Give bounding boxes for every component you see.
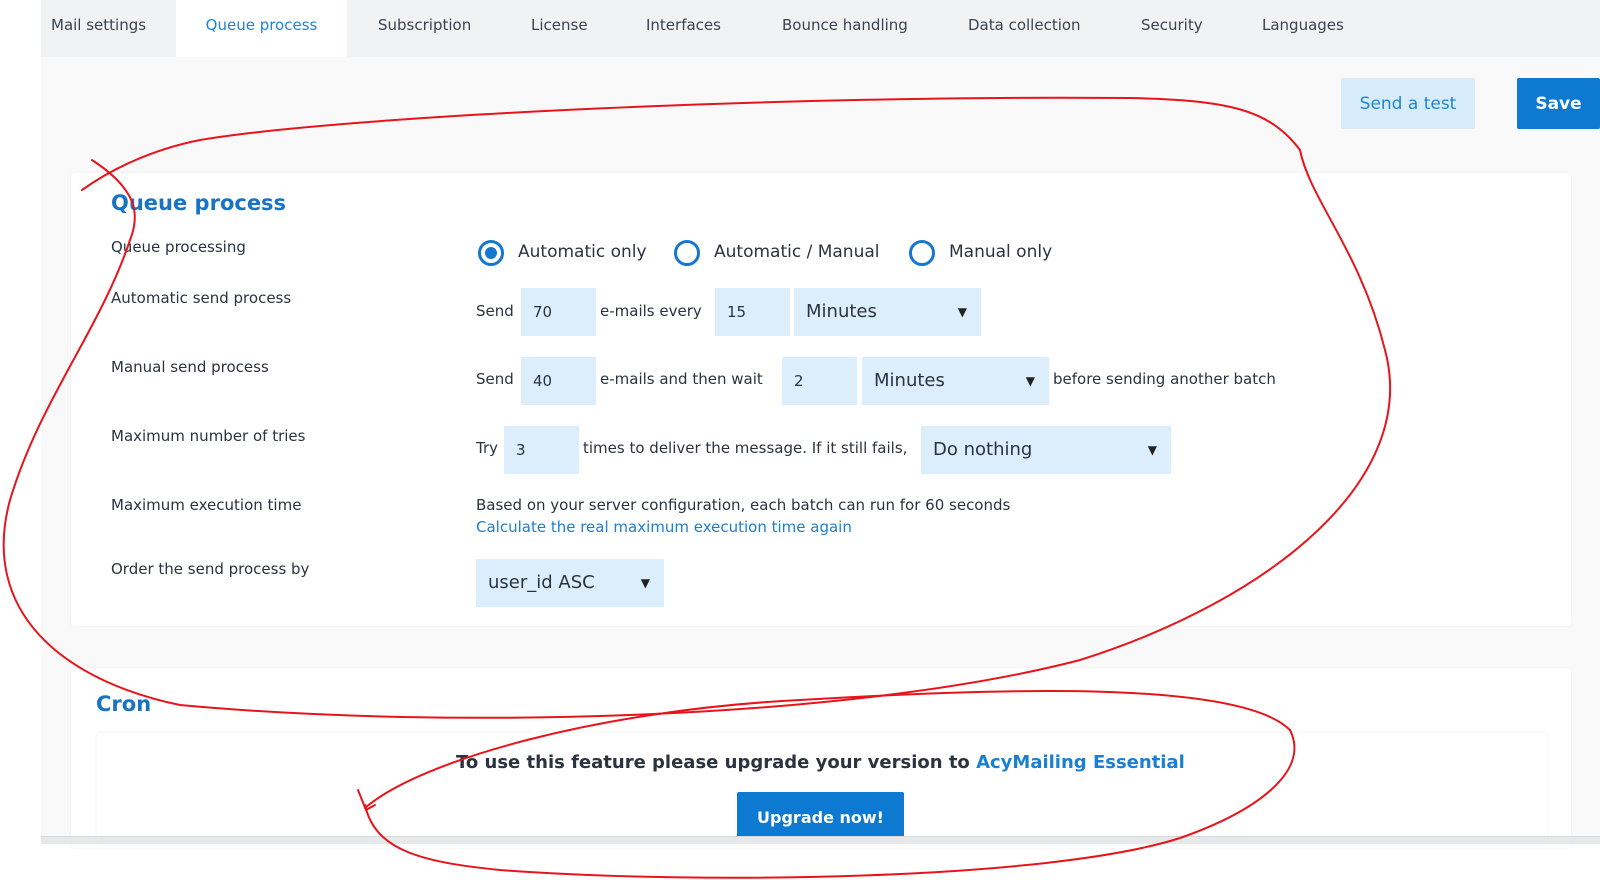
queue-processing-label: Queue processing xyxy=(111,238,246,256)
manual-send-unit-value: Minutes xyxy=(874,370,945,391)
send-test-button[interactable]: Send a test xyxy=(1341,78,1475,129)
queue-process-title: Queue process xyxy=(111,191,287,215)
upgrade-message: To use this feature please upgrade your … xyxy=(456,752,1185,773)
tab-security[interactable]: Security xyxy=(1141,0,1203,57)
max-exec-label: Maximum execution time xyxy=(111,496,302,514)
max-tries-action-select[interactable]: Do nothing ▼ xyxy=(921,426,1171,474)
manual-send-count-input[interactable] xyxy=(521,357,596,405)
max-tries-middle-text: times to deliver the message. If it stil… xyxy=(583,439,908,457)
max-tries-count-input[interactable] xyxy=(504,426,579,474)
max-tries-action-value: Do nothing xyxy=(933,439,1033,460)
max-exec-text: Based on your server configuration, each… xyxy=(476,496,1011,514)
tab-languages[interactable]: Languages xyxy=(1262,0,1344,57)
tab-subscription[interactable]: Subscription xyxy=(378,0,471,57)
chevron-down-icon: ▼ xyxy=(957,305,967,319)
save-button[interactable]: Save xyxy=(1517,78,1600,129)
manual-send-wait-input[interactable] xyxy=(782,357,857,405)
tab-license[interactable]: License xyxy=(531,0,588,57)
auto-send-prefix: Send xyxy=(476,302,514,320)
tab-data-collection[interactable]: Data collection xyxy=(968,0,1081,57)
auto-send-unit-value: Minutes xyxy=(806,301,877,322)
max-tries-label: Maximum number of tries xyxy=(111,427,306,445)
radio-manual-only-label[interactable]: Manual only xyxy=(949,242,1052,262)
upgrade-message-text: To use this feature please upgrade your … xyxy=(456,752,970,773)
radio-automatic-only[interactable] xyxy=(478,240,504,266)
manual-send-suffix: before sending another batch xyxy=(1053,370,1276,388)
auto-send-unit-select[interactable]: Minutes ▼ xyxy=(794,288,981,336)
order-by-label: Order the send process by xyxy=(111,560,310,578)
acymailing-essential-link[interactable]: AcyMailing Essential xyxy=(976,752,1185,773)
auto-send-middle-text: e-mails every xyxy=(600,302,702,320)
chevron-down-icon: ▼ xyxy=(640,576,650,590)
tab-mail-settings[interactable]: Mail settings xyxy=(51,0,146,57)
radio-automatic-manual-label[interactable]: Automatic / Manual xyxy=(714,242,880,262)
manual-send-label: Manual send process xyxy=(111,358,269,376)
max-tries-prefix: Try xyxy=(476,439,499,457)
tab-queue-process[interactable]: Queue process xyxy=(176,0,347,57)
order-by-select[interactable]: user_id ASC ▼ xyxy=(476,559,664,607)
radio-automatic-manual[interactable] xyxy=(674,240,700,266)
manual-send-unit-select[interactable]: Minutes ▼ xyxy=(862,357,1049,405)
automatic-send-label: Automatic send process xyxy=(111,289,292,307)
settings-tab-bar: Mail settings Queue process Subscription… xyxy=(41,0,1600,57)
manual-send-prefix: Send xyxy=(476,370,514,388)
recalculate-exec-time-link[interactable]: Calculate the real maximum execution tim… xyxy=(476,518,852,536)
order-by-value: user_id ASC xyxy=(488,572,595,593)
auto-send-count-input[interactable] xyxy=(521,288,596,336)
chevron-down-icon: ▼ xyxy=(1147,443,1157,457)
radio-automatic-only-label[interactable]: Automatic only xyxy=(518,242,647,262)
chevron-down-icon: ▼ xyxy=(1025,374,1035,388)
bottom-scrollbar-track xyxy=(41,836,1600,844)
auto-send-interval-input[interactable] xyxy=(715,288,790,336)
manual-send-middle-text: e-mails and then wait xyxy=(600,370,763,388)
radio-manual-only[interactable] xyxy=(909,240,935,266)
tab-interfaces[interactable]: Interfaces xyxy=(646,0,721,57)
cron-title: Cron xyxy=(96,692,152,716)
tab-bounce-handling[interactable]: Bounce handling xyxy=(782,0,908,57)
